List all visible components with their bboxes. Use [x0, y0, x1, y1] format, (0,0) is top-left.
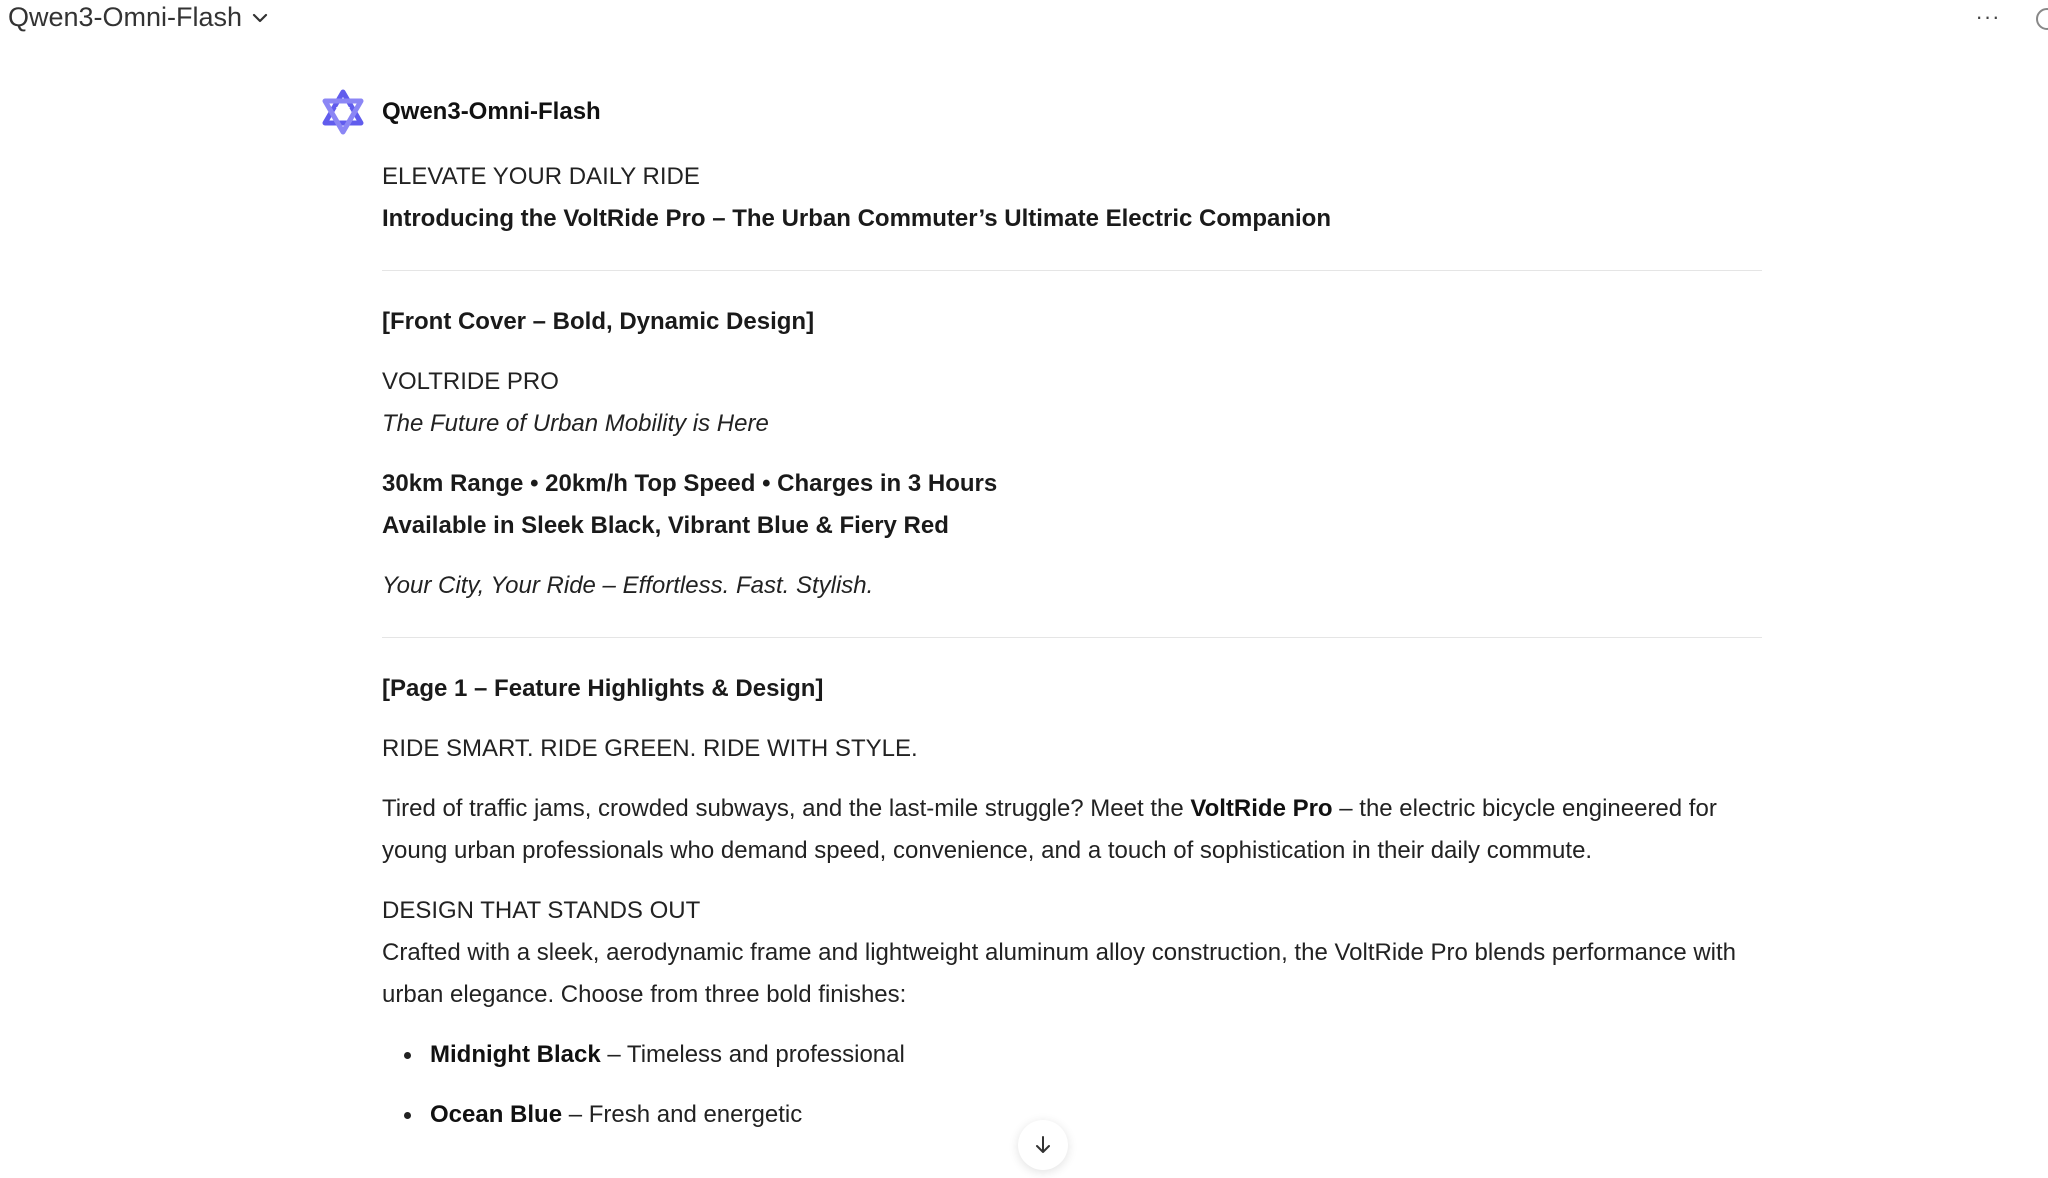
page1-heading: RIDE SMART. RIDE GREEN. RIDE WITH STYLE.	[382, 735, 918, 762]
finish-desc: – Fresh and energetic	[562, 1101, 803, 1128]
divider	[382, 637, 1762, 638]
assistant-message: Qwen3-Omni-Flash ELEVATE YOUR DAILY RIDE…	[318, 84, 1762, 1128]
edge-control-icon[interactable]	[2036, 8, 2048, 30]
scroll-to-bottom-button[interactable]	[1018, 1120, 1068, 1170]
page1-section-label: [Page 1 – Feature Highlights & Design]	[382, 675, 824, 702]
more-icon: ···	[1975, 4, 2001, 29]
sender-name: Qwen3-Omni-Flash	[382, 98, 601, 125]
top-bar: Qwen3-Omni-Flash ···	[0, 0, 2048, 40]
finish-list: Midnight Black – Timeless and profession…	[382, 1034, 1762, 1136]
model-name: Qwen3-Omni-Flash	[8, 2, 243, 32]
list-item: Ocean Blue – Fresh and energetic	[404, 1094, 1762, 1136]
cover-colors: Available in Sleek Black, Vibrant Blue &…	[382, 512, 949, 539]
finish-name: Ocean Blue	[430, 1101, 563, 1128]
list-item: Midnight Black – Timeless and profession…	[404, 1034, 1762, 1076]
divider	[382, 270, 1762, 271]
arrow-down-icon	[1036, 1136, 1050, 1153]
finish-desc: – Timeless and professional	[600, 1041, 905, 1068]
more-options-button[interactable]: ···	[1970, 2, 2006, 32]
message-header: Qwen3-Omni-Flash	[318, 84, 1758, 140]
cover-title: VOLTRIDE PRO	[382, 368, 559, 395]
qwen-logo-icon	[318, 87, 368, 137]
paragraph-text-pre: Tired of traffic jams, crowded subways, …	[382, 795, 1191, 822]
design-heading: DESIGN THAT STANDS OUT	[382, 897, 701, 924]
cover-tagline: The Future of Urban Mobility is Here	[382, 410, 769, 437]
chevron-down-icon	[252, 13, 268, 22]
intro-line: Introducing the VoltRide Pro – The Urban…	[382, 205, 1331, 232]
product-name: VoltRide Pro	[1190, 795, 1333, 822]
page1-paragraph: Tired of traffic jams, crowded subways, …	[382, 788, 1762, 872]
model-selector[interactable]: Qwen3-Omni-Flash	[8, 2, 270, 33]
cover-specs: 30km Range • 20km/h Top Speed • Charges …	[382, 470, 998, 497]
cover-slogan: Your City, Your Ride – Effortless. Fast.…	[382, 572, 874, 599]
design-text: Crafted with a sleek, aerodynamic frame …	[382, 939, 1737, 1008]
finish-name: Midnight Black	[430, 1041, 601, 1068]
message-content: ELEVATE YOUR DAILY RIDE Introducing the …	[382, 156, 1762, 1154]
headline: ELEVATE YOUR DAILY RIDE	[382, 163, 700, 190]
cover-section-label: [Front Cover – Bold, Dynamic Design]	[382, 308, 815, 335]
